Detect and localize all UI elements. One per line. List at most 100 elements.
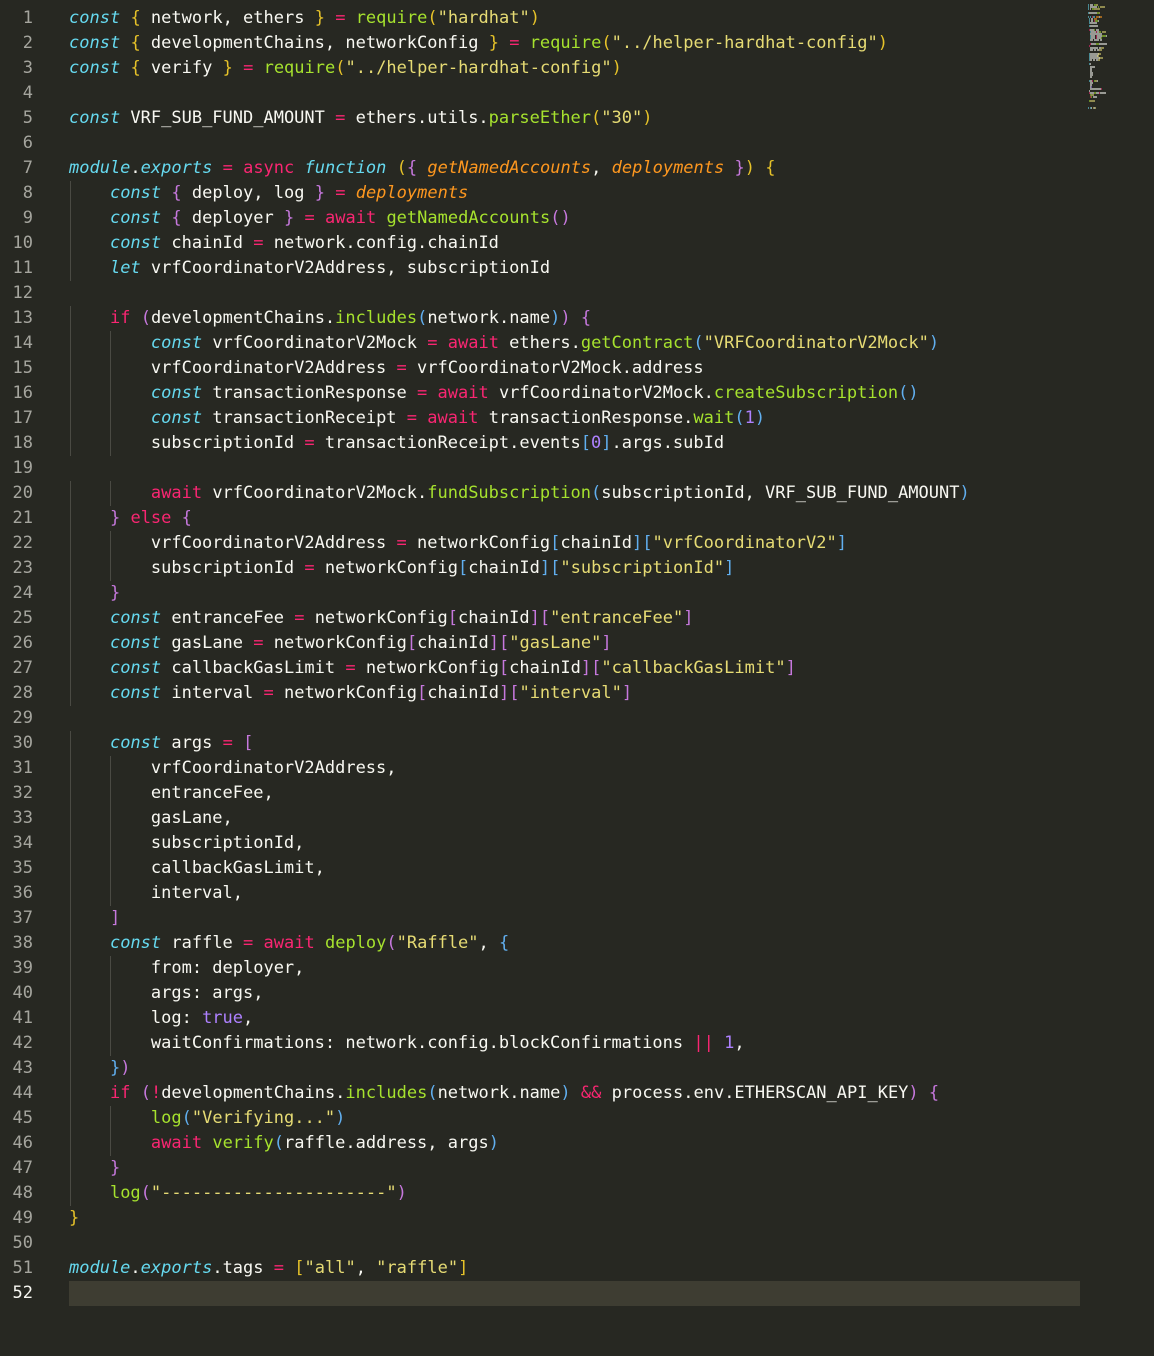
token-op: =: [304, 433, 315, 453]
code-line[interactable]: 4: [0, 81, 1154, 106]
code-line[interactable]: 42 waitConfirmations: network.config.blo…: [0, 1031, 1154, 1056]
code-line[interactable]: 49}: [0, 1206, 1154, 1231]
token-str: "callbackGasLimit": [601, 658, 786, 678]
line-number: 12: [12, 283, 33, 303]
code-line[interactable]: 38 const raffle = await deploy("Raffle",…: [0, 931, 1154, 956]
token-p: raffle: [161, 933, 244, 953]
code-line[interactable]: 41 log: true,: [0, 1006, 1154, 1031]
line-number: 48: [12, 1183, 33, 1203]
token-op: =: [335, 183, 346, 203]
code-line[interactable]: 17 const transactionReceipt = await tran…: [0, 406, 1154, 431]
code-line[interactable]: 24 }: [0, 581, 1154, 606]
bracket: (: [898, 383, 909, 403]
minimap-mark: [1089, 24, 1099, 27]
code-line[interactable]: 16 const transactionResponse = await vrf…: [0, 381, 1154, 406]
code-line[interactable]: 26 const gasLane = networkConfig[chainId…: [0, 631, 1154, 656]
token-fn: getNamedAccounts: [386, 208, 551, 228]
code-line[interactable]: 21 } else {: [0, 506, 1154, 531]
token-p: log:: [69, 1008, 203, 1028]
token-fn: require: [529, 33, 602, 53]
code-line[interactable]: 12: [0, 281, 1154, 306]
code-line[interactable]: 28 const interval = networkConfig[chainI…: [0, 681, 1154, 706]
bracket: (: [140, 1183, 151, 1203]
code-line[interactable]: 35 callbackGasLimit,: [0, 856, 1154, 881]
code-line[interactable]: 36 interval,: [0, 881, 1154, 906]
code-editor[interactable]: 1 const { network, ethers } = require("ha…: [0, 6, 1154, 1306]
bracket: ]: [683, 608, 694, 628]
code-line[interactable]: 23 subscriptionId = networkConfig[chainI…: [0, 556, 1154, 581]
token-p: interval,: [69, 883, 243, 903]
bracket: [: [642, 533, 653, 553]
token-kwi: let: [109, 258, 141, 278]
token-p: [69, 258, 110, 278]
code-line[interactable]: 18 subscriptionId = transactionReceipt.e…: [0, 431, 1154, 456]
token-p: [69, 1183, 110, 1203]
code-line[interactable]: 52: [0, 1281, 1154, 1306]
bracket: ]: [621, 683, 633, 703]
bracket: }: [314, 183, 325, 203]
code-text: }: [69, 581, 120, 606]
token-str: "interval": [519, 683, 622, 703]
code-line[interactable]: 51 module.exports.tags = ["all", "raffle"…: [0, 1256, 1154, 1281]
token-p: subscriptionId: [69, 433, 305, 453]
bracket: }: [109, 508, 121, 528]
code-line[interactable]: 30 const args = [: [0, 731, 1154, 756]
code-line[interactable]: 48 log("----------------------"): [0, 1181, 1154, 1206]
code-line[interactable]: 44 if (!developmentChains.includes(netwo…: [0, 1081, 1154, 1106]
bracket: ): [959, 483, 970, 503]
code-line[interactable]: 2 const { developmentChains, networkConfi…: [0, 31, 1154, 56]
token-p: .: [130, 1258, 141, 1278]
bracket: (: [601, 33, 612, 53]
bracket: [: [550, 533, 561, 553]
code-line[interactable]: 14 const vrfCoordinatorV2Mock = await et…: [0, 331, 1154, 356]
code-line[interactable]: 45 log("Verifying..."): [0, 1106, 1154, 1131]
token-p: [69, 1058, 110, 1078]
code-line[interactable]: 9 const { deployer } = await getNamedAcc…: [0, 206, 1154, 231]
code-line[interactable]: 43 }): [0, 1056, 1154, 1081]
code-line[interactable]: 1 const { network, ethers } = require("ha…: [0, 6, 1154, 31]
code-line[interactable]: 13 if (developmentChains.includes(networ…: [0, 306, 1154, 331]
bracket: {: [580, 308, 592, 328]
code-line[interactable]: 29: [0, 706, 1154, 731]
code-line[interactable]: 27 const callbackGasLimit = networkConfi…: [0, 656, 1154, 681]
minimap[interactable]: [1088, 4, 1152, 112]
code-line[interactable]: 37 ]: [0, 906, 1154, 931]
code-line[interactable]: 3 const { verify } = require("../helper-h…: [0, 56, 1154, 81]
token-p: network.config.chainId: [263, 233, 499, 253]
code-line[interactable]: 19: [0, 456, 1154, 481]
code-line[interactable]: 25 const entranceFee = networkConfig[cha…: [0, 606, 1154, 631]
bracket: ): [335, 1108, 346, 1128]
code-line[interactable]: 47 }: [0, 1156, 1154, 1181]
code-line[interactable]: 5 const VRF_SUB_FUND_AMOUNT = ethers.util…: [0, 106, 1154, 131]
code-line[interactable]: 34 subscriptionId,: [0, 831, 1154, 856]
token-kwi: const: [150, 383, 203, 403]
token-str: "vrfCoordinatorV2": [652, 533, 837, 553]
line-number: 28: [12, 683, 33, 703]
code-line[interactable]: 6: [0, 131, 1154, 156]
bracket: [: [498, 633, 510, 653]
code-line[interactable]: 33 gasLane,: [0, 806, 1154, 831]
minimap-mark: [1099, 92, 1107, 95]
token-op: ||: [693, 1033, 714, 1053]
code-text: const entranceFee = networkConfig[chainI…: [69, 606, 694, 631]
code-line[interactable]: 40 args: args,: [0, 981, 1154, 1006]
line-number: 26: [12, 633, 33, 653]
code-line[interactable]: 11 let vrfCoordinatorV2Address, subscrip…: [0, 256, 1154, 281]
code-line[interactable]: 15 vrfCoordinatorV2Address = vrfCoordina…: [0, 356, 1154, 381]
code-line[interactable]: 10 const chainId = network.config.chainI…: [0, 231, 1154, 256]
bracket: ]: [498, 683, 510, 703]
code-line[interactable]: 32 entranceFee,: [0, 781, 1154, 806]
code-line[interactable]: 20 await vrfCoordinatorV2Mock.fundSubscr…: [0, 481, 1154, 506]
code-line[interactable]: 7 module.exports = async function ({ getN…: [0, 156, 1154, 181]
token-p: entranceFee: [161, 608, 295, 628]
code-line[interactable]: 50: [0, 1231, 1154, 1256]
token-kwi: const: [150, 333, 203, 353]
token-fn: log: [109, 1183, 141, 1203]
code-line[interactable]: 22 vrfCoordinatorV2Address = networkConf…: [0, 531, 1154, 556]
token-fn: parseEther: [488, 108, 592, 128]
code-line[interactable]: 46 await verify(raffle.address, args): [0, 1131, 1154, 1156]
token-p: [69, 483, 151, 503]
code-line[interactable]: 8 const { deploy, log } = deployments: [0, 181, 1154, 206]
code-line[interactable]: 39 from: deployer,: [0, 956, 1154, 981]
code-line[interactable]: 31 vrfCoordinatorV2Address,: [0, 756, 1154, 781]
